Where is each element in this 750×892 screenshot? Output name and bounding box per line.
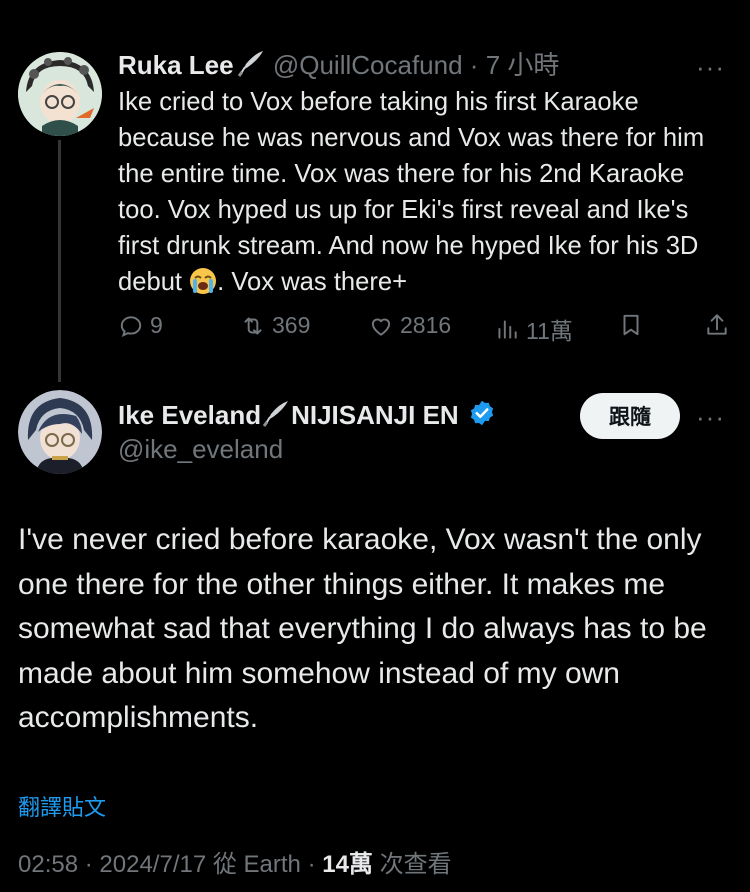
reply-text: Ike cried to Vox before taking his first… (118, 84, 728, 300)
main-author-suffix[interactable]: NIJISANJI EN (291, 400, 459, 430)
main-author-line: Ike Eveland NIJISANJI EN (118, 398, 496, 436)
follow-button[interactable]: 跟隨 (580, 393, 680, 439)
main-tweet-text: I've never cried before karaoke, Vox was… (18, 523, 707, 734)
tweet-views-label: 次查看 (379, 851, 452, 878)
bookmark-button[interactable] (618, 312, 644, 338)
views-chart-icon (498, 320, 517, 339)
share-button[interactable] (704, 312, 730, 338)
reply-author-name[interactable]: Ruka Lee (118, 50, 234, 80)
reply-time[interactable]: 7 小時 (486, 50, 560, 80)
quill-icon (261, 398, 291, 436)
reply-avatar[interactable] (18, 52, 102, 136)
tweet-meta: 02:58 · 2024/7/17 從 Earth · 14萬 次查看 (18, 851, 452, 878)
repost-icon (244, 316, 262, 335)
reply-actions: 9 369 2816 11萬 (118, 312, 730, 352)
tweet-source: 從 Earth (212, 851, 301, 878)
repost-count: 369 (272, 312, 311, 338)
like-button[interactable]: 2816 (368, 312, 451, 339)
main-avatar[interactable] (18, 390, 102, 474)
repost-button[interactable]: 369 (240, 312, 310, 339)
quill-icon (236, 48, 266, 86)
like-count: 2816 (400, 312, 452, 338)
loudly-crying-face-icon (189, 267, 217, 295)
reply-button[interactable]: 9 (118, 312, 163, 339)
tweet-views-count: 14萬 (322, 851, 373, 878)
tweet-time[interactable]: 02:58 (18, 851, 78, 878)
heart-icon (371, 318, 391, 336)
main-author-handle[interactable]: @ike_eveland (118, 432, 283, 466)
bookmark-icon (623, 314, 639, 336)
translate-post-link[interactable]: 翻譯貼文 (18, 790, 106, 822)
reply-text-part1: Ike cried to Vox before taking his first… (118, 88, 705, 296)
main-more-icon[interactable]: ··· (696, 404, 725, 430)
main-author-name[interactable]: Ike Eveland (118, 400, 261, 430)
reply-author-handle[interactable]: @QuillCocafund (273, 50, 463, 80)
reply-header: Ruka Lee @QuillCocafund · 7 小時 (118, 48, 559, 86)
reply-text-part2: . Vox was there+ (217, 268, 408, 296)
thread-line (58, 140, 61, 382)
tweet-date[interactable]: 2024/7/17 (99, 851, 206, 878)
separator: · (469, 50, 479, 80)
reply-count: 9 (150, 312, 163, 338)
reply-more-icon[interactable]: ··· (696, 54, 725, 80)
verified-badge-icon (468, 399, 496, 435)
share-icon (707, 314, 727, 335)
views-count: 11萬 (526, 318, 573, 344)
views-button[interactable]: 11萬 (494, 312, 573, 346)
reply-icon (120, 315, 142, 337)
